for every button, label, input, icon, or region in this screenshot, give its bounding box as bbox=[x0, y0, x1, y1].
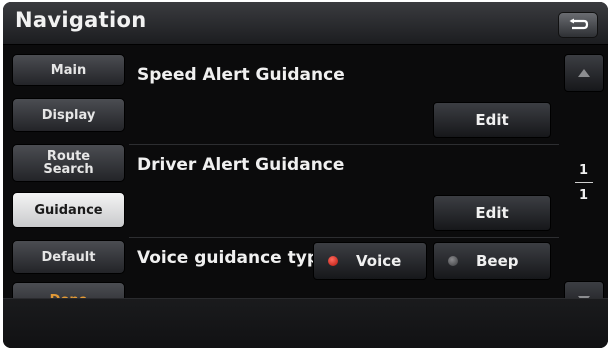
edit-button-label: Edit bbox=[475, 204, 509, 222]
sidebar-item-label: Guidance bbox=[34, 202, 103, 218]
speed-alert-edit-button[interactable]: Edit bbox=[433, 102, 551, 138]
scroll-up-button[interactable] bbox=[564, 54, 604, 92]
sidebar-item-display[interactable]: Display bbox=[12, 98, 125, 132]
page-separator bbox=[575, 182, 593, 183]
sidebar-item-main[interactable]: Main bbox=[12, 54, 125, 86]
screen: Navigation Main Display Route Search Gui… bbox=[3, 2, 608, 348]
bottom-bar bbox=[3, 298, 608, 348]
sidebar-item-guidance[interactable]: Guidance bbox=[12, 192, 125, 228]
sidebar-item-route-search[interactable]: Route Search bbox=[12, 144, 125, 182]
sidebar-item-label: Display bbox=[41, 107, 96, 123]
divider bbox=[129, 144, 559, 145]
scroll-column: 1 1 bbox=[559, 45, 608, 319]
sidebar-item-label: Default bbox=[41, 249, 96, 265]
total-pages: 1 bbox=[578, 188, 589, 203]
voice-guidance-type-label: Voice guidance type bbox=[137, 248, 331, 268]
triangle-up-icon bbox=[578, 69, 590, 77]
speed-alert-label: Speed Alert Guidance bbox=[137, 65, 345, 85]
driver-alert-label: Driver Alert Guidance bbox=[137, 155, 345, 175]
beep-option-label: Beep bbox=[476, 252, 519, 270]
title-bar: Navigation bbox=[3, 2, 608, 45]
voice-option-label: Voice bbox=[356, 252, 402, 270]
sidebar-item-label: Main bbox=[50, 62, 87, 78]
divider bbox=[129, 237, 559, 238]
beep-option-button[interactable]: Beep bbox=[433, 242, 551, 280]
sidebar-item-default[interactable]: Default bbox=[12, 240, 125, 274]
back-button[interactable] bbox=[558, 12, 598, 38]
current-page: 1 bbox=[578, 163, 589, 178]
edit-button-label: Edit bbox=[475, 111, 509, 129]
page-title: Navigation bbox=[15, 8, 147, 32]
return-arrow-icon bbox=[569, 18, 589, 30]
voice-option-button[interactable]: Voice bbox=[313, 242, 427, 280]
sidebar-item-label: Route Search bbox=[43, 149, 94, 177]
radio-selected-icon bbox=[328, 256, 338, 266]
driver-alert-edit-button[interactable]: Edit bbox=[433, 195, 551, 231]
radio-unselected-icon bbox=[448, 256, 458, 266]
